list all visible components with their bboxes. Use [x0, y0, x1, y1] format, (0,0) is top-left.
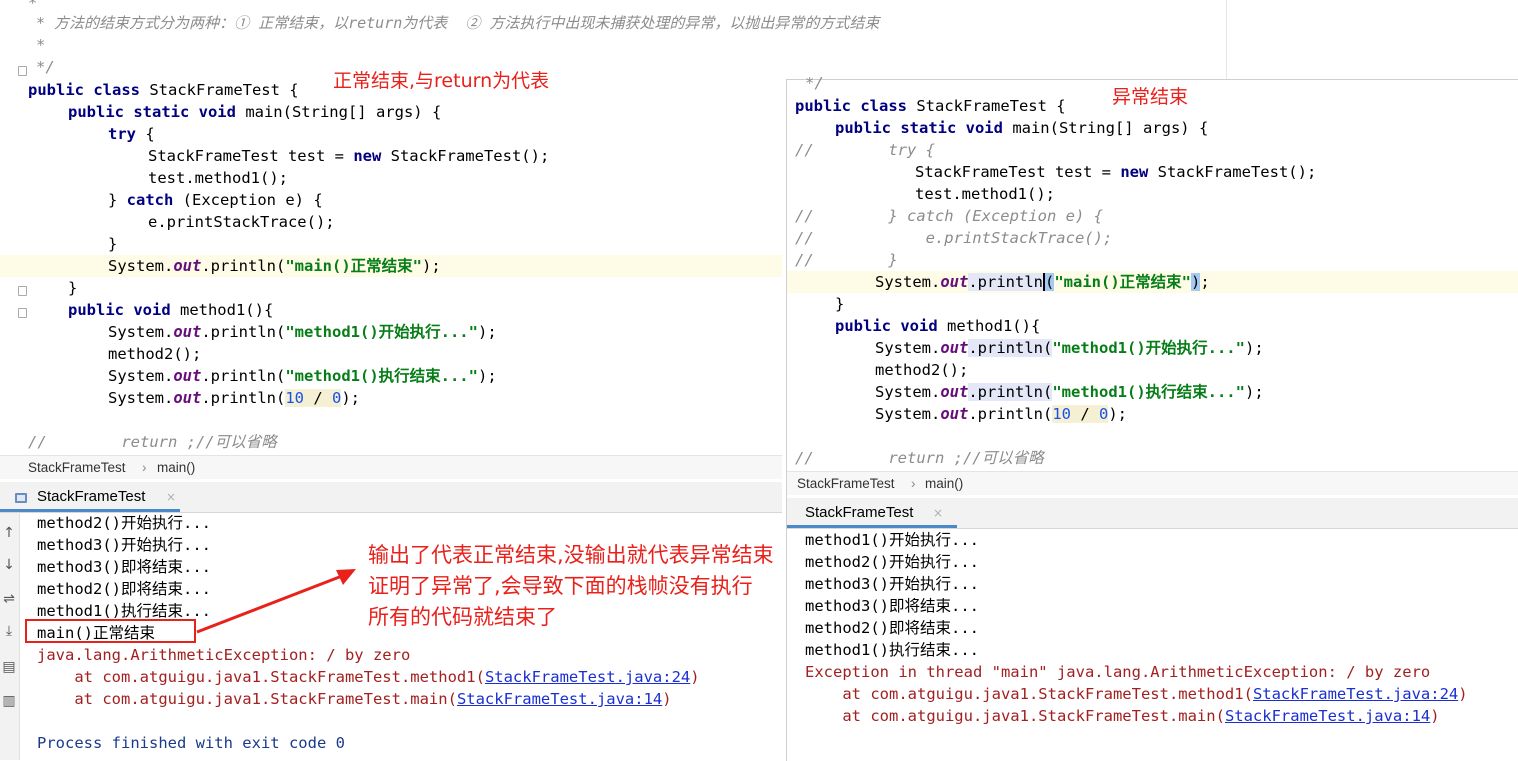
annotation-arrow	[196, 569, 356, 634]
